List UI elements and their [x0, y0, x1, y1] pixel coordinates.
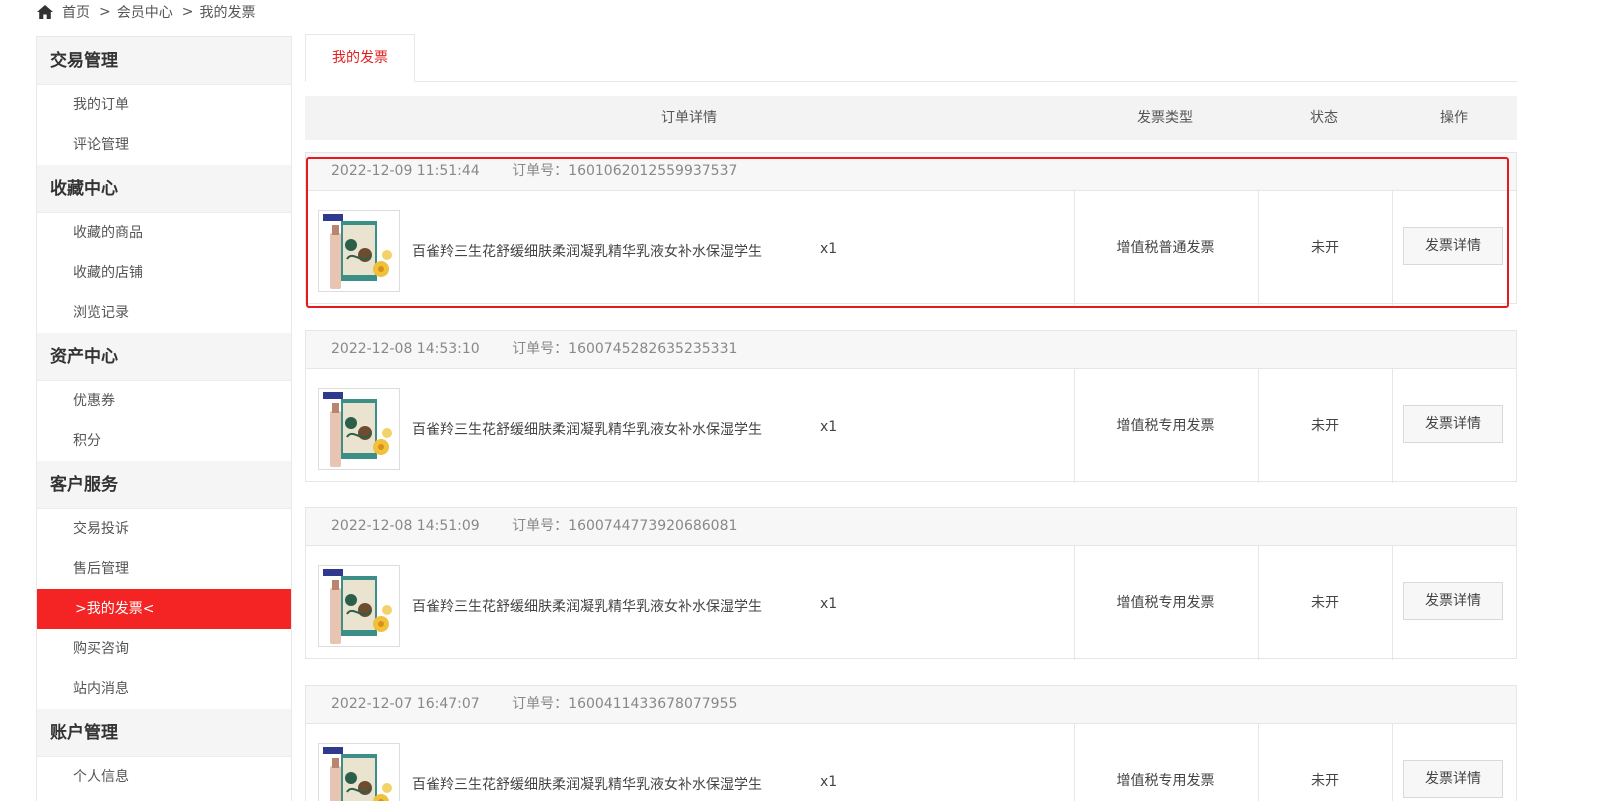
invoice-status: 未开: [1311, 595, 1339, 611]
sidebar-item-after-sales[interactable]: 售后管理: [37, 549, 291, 589]
sidebar-group-title: 资产中心: [37, 333, 291, 381]
order-header: 2022-12-08 14:53:10 订单号：1600745282635235…: [306, 331, 1516, 369]
order-card: 2022-12-09 11:51:44 订单号：1601062012559937…: [305, 152, 1517, 305]
invoice-type: 增值税专用发票: [1116, 773, 1215, 789]
product-image: [319, 389, 399, 469]
sidebar-item-favorite-products[interactable]: 收藏的商品: [37, 213, 291, 253]
table-header: 订单详情 发票类型 状态 操作: [305, 96, 1517, 140]
order-card: 2022-12-08 14:53:10 订单号：1600745282635235…: [305, 330, 1517, 483]
product-image: [319, 211, 399, 291]
product-quantity: x1: [820, 774, 838, 790]
order-number-label: 订单号：: [512, 341, 569, 357]
order-header: 2022-12-08 14:51:09 订单号：1600744773920686…: [306, 508, 1516, 546]
order-number: 1601062012559937537: [568, 163, 738, 179]
sidebar-item-review-management[interactable]: 评论管理: [37, 125, 291, 165]
sidebar-item-purchase-inquiry[interactable]: 购买咨询: [37, 629, 291, 669]
product-thumbnail[interactable]: [318, 388, 400, 470]
product-thumbnail[interactable]: [318, 210, 400, 292]
order-time: 2022-12-09 11:51:44: [331, 163, 480, 179]
invoice-status: 未开: [1311, 418, 1339, 434]
sidebar-item-my-invoices[interactable]: >我的发票<: [37, 589, 291, 629]
tab-my-invoices[interactable]: 我的发票: [305, 34, 415, 82]
order-header: 2022-12-07 16:47:07 订单号：1600411433678077…: [306, 686, 1516, 724]
sidebar-group-title: 收藏中心: [37, 165, 291, 213]
order-body: 百雀羚三生花舒缓细肤柔润凝乳精华乳液女补水保湿学生 x1 增值税专用发票 未开 …: [306, 546, 1516, 660]
order-time: 2022-12-08 14:53:10: [331, 341, 480, 357]
column-header-order-details: 订单详情: [661, 110, 717, 126]
product-quantity: x1: [820, 419, 838, 435]
product-quantity: x1: [820, 241, 838, 257]
page: 首页 > 会员中心 > 我的发票 交易管理 我的订单 评论管理 收藏中心 收藏的…: [0, 0, 1603, 801]
invoice-type: 增值税专用发票: [1116, 595, 1215, 611]
invoice-details-button[interactable]: 发票详情: [1403, 227, 1503, 265]
product-name[interactable]: 百雀羚三生花舒缓细肤柔润凝乳精华乳液女补水保湿学生: [412, 596, 762, 616]
product-name[interactable]: 百雀羚三生花舒缓细肤柔润凝乳精华乳液女补水保湿学生: [412, 419, 762, 439]
product-thumbnail[interactable]: [318, 743, 400, 801]
breadcrumb: 首页 > 会员中心 > 我的发票: [36, 2, 255, 22]
sidebar-group-title: 账户管理: [37, 709, 291, 757]
column-header-action: 操作: [1440, 110, 1468, 126]
breadcrumb-separator: >: [99, 4, 111, 20]
breadcrumb-current: 我的发票: [199, 5, 256, 21]
invoice-details-button[interactable]: 发票详情: [1403, 582, 1503, 620]
product-image: [319, 566, 399, 646]
column-header-invoice-type: 发票类型: [1137, 110, 1193, 126]
tab-bar: 我的发票: [305, 34, 1517, 82]
product-quantity: x1: [820, 596, 838, 612]
breadcrumb-member-center[interactable]: 会员中心: [117, 2, 173, 22]
sidebar-item-coupons[interactable]: 优惠券: [37, 381, 291, 421]
sidebar-item-complaints[interactable]: 交易投诉: [37, 509, 291, 549]
order-body: 百雀羚三生花舒缓细肤柔润凝乳精华乳液女补水保湿学生 x1 增值税专用发票 未开 …: [306, 369, 1516, 483]
home-icon[interactable]: [36, 4, 54, 20]
product-image: [319, 744, 399, 801]
invoice-details-button[interactable]: 发票详情: [1403, 405, 1503, 443]
column-header-status: 状态: [1310, 110, 1338, 126]
sidebar-group-title: 交易管理: [37, 37, 291, 85]
sidebar: 交易管理 我的订单 评论管理 收藏中心 收藏的商品 收藏的店铺 浏览记录 资产中…: [36, 36, 292, 801]
order-number-label: 订单号：: [512, 163, 569, 179]
order-card: 2022-12-07 16:47:07 订单号：1600411433678077…: [305, 685, 1517, 801]
column-divider: [1392, 724, 1393, 801]
sidebar-item-site-messages[interactable]: 站内消息: [37, 669, 291, 709]
column-divider: [1392, 546, 1393, 660]
order-card: 2022-12-08 14:51:09 订单号：1600744773920686…: [305, 507, 1517, 660]
order-header: 2022-12-09 11:51:44 订单号：1601062012559937…: [306, 153, 1516, 191]
order-number: 1600411433678077955: [568, 696, 738, 712]
column-divider: [1392, 191, 1393, 305]
breadcrumb-separator: >: [181, 4, 194, 20]
column-divider: [1392, 369, 1393, 483]
order-body: 百雀羚三生花舒缓细肤柔润凝乳精华乳液女补水保湿学生 x1 增值税专用发票 未开 …: [306, 724, 1516, 801]
product-name[interactable]: 百雀羚三生花舒缓细肤柔润凝乳精华乳液女补水保湿学生: [412, 241, 762, 261]
invoice-status: 未开: [1311, 773, 1339, 789]
invoice-details-button[interactable]: 发票详情: [1403, 760, 1503, 798]
product-name[interactable]: 百雀羚三生花舒缓细肤柔润凝乳精华乳液女补水保湿学生: [412, 774, 762, 794]
order-time: 2022-12-08 14:51:09: [331, 518, 480, 534]
sidebar-group-title: 客户服务: [37, 461, 291, 509]
sidebar-item-favorite-stores[interactable]: 收藏的店铺: [37, 253, 291, 293]
sidebar-item-personal-info[interactable]: 个人信息: [37, 757, 291, 797]
breadcrumb-home[interactable]: 首页: [62, 2, 90, 22]
invoice-type: 增值税普通发票: [1116, 240, 1215, 256]
product-thumbnail[interactable]: [318, 565, 400, 647]
sidebar-item-browsing-history[interactable]: 浏览记录: [37, 293, 291, 333]
invoice-status: 未开: [1311, 240, 1339, 256]
order-number-label: 订单号：: [512, 518, 569, 534]
order-number: 1600745282635235331: [568, 341, 738, 357]
invoice-type: 增值税专用发票: [1116, 418, 1215, 434]
order-number: 1600744773920686081: [568, 518, 738, 534]
sidebar-item-points[interactable]: 积分: [37, 421, 291, 461]
order-number-label: 订单号：: [512, 696, 569, 712]
sidebar-item-my-orders[interactable]: 我的订单: [37, 85, 291, 125]
order-time: 2022-12-07 16:47:07: [331, 696, 480, 712]
order-body: 百雀羚三生花舒缓细肤柔润凝乳精华乳液女补水保湿学生 x1 增值税普通发票 未开 …: [306, 191, 1516, 305]
